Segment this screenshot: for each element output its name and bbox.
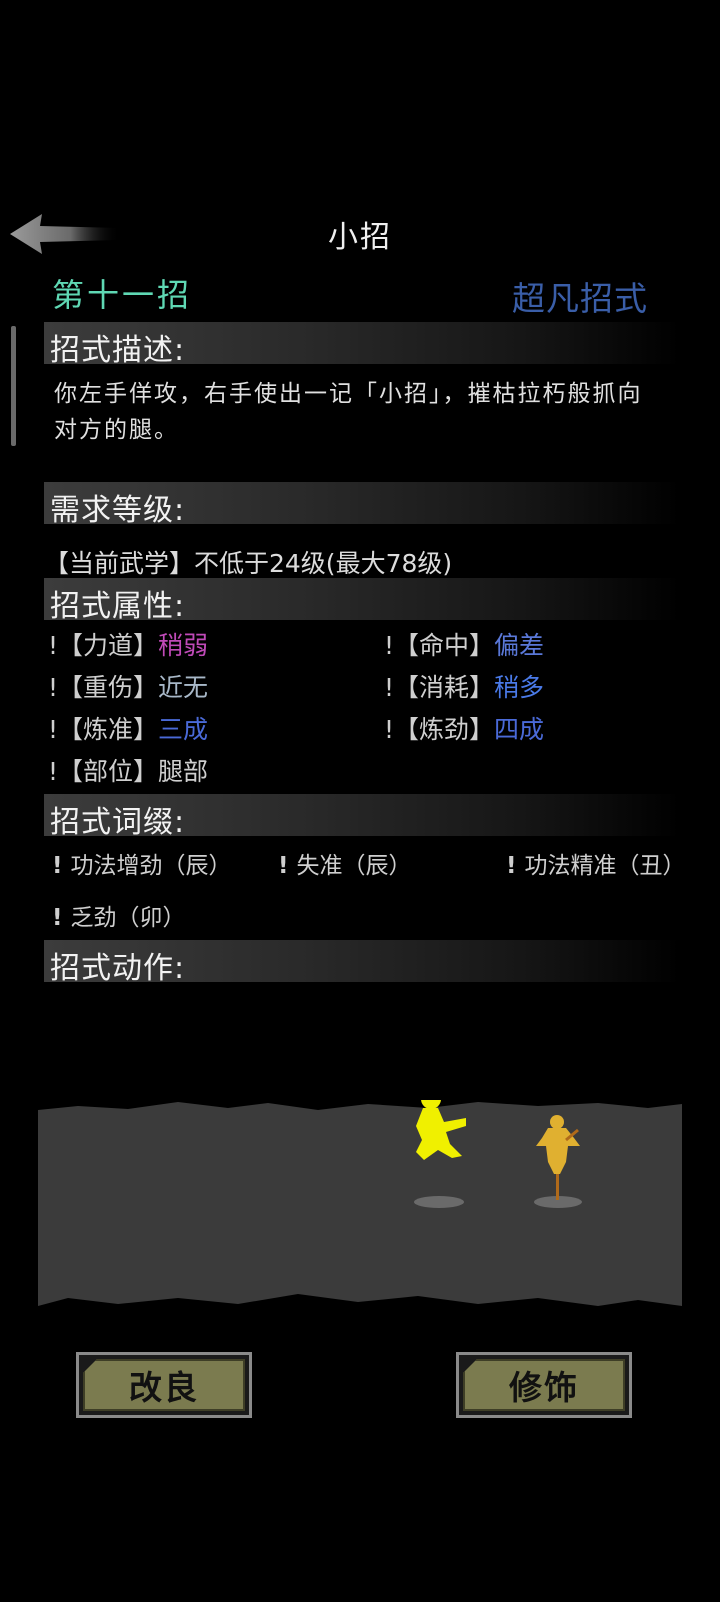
section-header-requirement: 需求等级: (44, 482, 680, 528)
attribute-value: 三成 (158, 715, 209, 744)
section-title: 招式词缀: (50, 805, 186, 840)
attribute-refine-accuracy[interactable]: !【炼准】三成 (48, 710, 208, 746)
page-title: 小招 (328, 220, 392, 255)
attribute-cost[interactable]: !【消耗】稍多 (384, 668, 544, 704)
move-grade: 超凡招式 (512, 279, 648, 318)
attribute-value: 偏差 (494, 631, 545, 660)
improve-button-label: 改良 (83, 1359, 245, 1411)
attribute-body-part[interactable]: !【部位】腿部 (48, 752, 208, 788)
affix-label: 功法增劲（辰） (70, 853, 232, 879)
alert-icon: ! (52, 905, 63, 931)
move-index: 第十一招 (52, 276, 193, 314)
improve-button[interactable]: 改良 (76, 1352, 252, 1418)
alert-icon: ! (278, 853, 289, 879)
attribute-value: 稍弱 (158, 631, 209, 660)
attribute-label: !【消耗】 (384, 673, 495, 702)
attribute-label: !【炼准】 (48, 715, 159, 744)
attribute-refine-power[interactable]: !【炼劲】四成 (384, 710, 544, 746)
decorate-button-label: 修饰 (463, 1359, 625, 1411)
section-header-description: 招式描述: (44, 322, 680, 368)
section-header-attributes: 招式属性: (44, 578, 680, 624)
requirement-text: 【当前武学】不低于24级(最大78级) (44, 549, 453, 578)
affix-item[interactable]: ! 功法精准（丑） (506, 846, 686, 880)
alert-icon: ! (506, 853, 517, 879)
attribute-label: !【部位】 (48, 757, 159, 786)
alert-icon: ! (52, 853, 63, 879)
affix-item[interactable]: ! 乏劲（卯） (52, 898, 186, 932)
attribute-value: 四成 (494, 715, 545, 744)
attribute-heavy-injury[interactable]: !【重伤】近无 (48, 668, 208, 704)
section-title: 招式描述: (50, 333, 186, 368)
affix-item[interactable]: ! 功法增劲（辰） (52, 846, 232, 880)
section-title: 招式属性: (50, 589, 186, 624)
attribute-value: 近无 (158, 673, 209, 702)
affix-item[interactable]: ! 失准（辰） (278, 846, 412, 880)
attribute-accuracy[interactable]: !【命中】偏差 (384, 626, 544, 662)
section-title: 需求等级: (50, 493, 186, 528)
attribute-value: 腿部 (158, 757, 209, 786)
section-header-affixes: 招式词缀: (44, 794, 680, 840)
attribute-strength[interactable]: !【力道】稍弱 (48, 626, 208, 662)
attribute-label: !【命中】 (384, 631, 495, 660)
affix-label: 功法精准（丑） (524, 853, 686, 879)
scrollbar[interactable] (11, 326, 16, 446)
attribute-label: !【力道】 (48, 631, 159, 660)
affix-label: 乏劲（卯） (70, 905, 186, 931)
description-text: 你左手佯攻，右手使出一记「小招」，摧枯拉朽般抓向对方的腿。 (54, 381, 643, 443)
decorate-button[interactable]: 修饰 (456, 1352, 632, 1418)
attribute-value: 稍多 (494, 673, 545, 702)
action-preview-stage (38, 1100, 682, 1306)
affix-label: 失准（辰） (296, 853, 412, 879)
section-title: 招式动作: (50, 951, 186, 986)
section-header-action: 招式动作: (44, 940, 680, 986)
attribute-label: !【重伤】 (48, 673, 159, 702)
attribute-label: !【炼劲】 (384, 715, 495, 744)
